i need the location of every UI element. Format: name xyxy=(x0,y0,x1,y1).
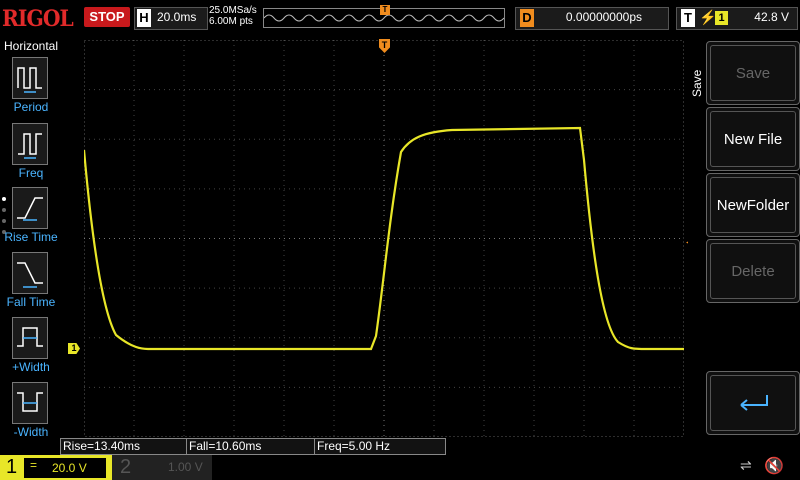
ch1-offset-marker[interactable]: 1 xyxy=(68,343,80,354)
rise-time-icon xyxy=(12,187,48,229)
acquisition-info: 25.0MSa/s 6.00M pts xyxy=(209,5,257,27)
measure-freq[interactable]: Freq xyxy=(0,123,62,185)
save-menu: Save Save New File NewFolder Delete xyxy=(688,37,800,455)
timebase-box[interactable]: H 20.0ms xyxy=(134,7,208,30)
rigol-logo: RIGOL xyxy=(2,6,74,32)
run-stop-button[interactable]: STOP xyxy=(84,7,130,27)
delete-button[interactable]: Delete xyxy=(706,239,800,303)
delay-box[interactable]: D 0.00000000ps xyxy=(515,7,669,30)
measure-period[interactable]: Period xyxy=(0,57,62,119)
dc-coupling-icon: = xyxy=(30,458,38,472)
channel-bar: 1 = 20.0 V 2 1.00 V ⇌ 🔇 xyxy=(0,455,800,480)
fall-time-icon xyxy=(12,252,48,294)
horizontal-label: H xyxy=(137,9,151,27)
grid-lines xyxy=(84,40,684,437)
measure-positive-width[interactable]: +Width xyxy=(0,317,62,379)
trigger-box[interactable]: T ⚡ 1 42.8 V xyxy=(676,7,798,30)
delay-value: 0.00000000ps xyxy=(565,10,642,24)
return-arrow-icon xyxy=(740,395,768,411)
measure-fall-time[interactable]: Fall Time xyxy=(0,252,62,314)
menu-title: Horizontal xyxy=(3,39,59,53)
channel-2-tab[interactable]: 2 1.00 V xyxy=(112,455,212,480)
ch1-scale: 20.0 V xyxy=(52,461,87,475)
ch2-scale: 1.00 V xyxy=(168,460,203,474)
usb-icon: ⇌ xyxy=(740,457,752,473)
negative-width-icon xyxy=(12,382,48,424)
rising-edge-icon: ⚡ xyxy=(699,9,717,25)
return-button[interactable] xyxy=(706,371,800,435)
new-folder-button[interactable]: NewFolder xyxy=(706,173,800,237)
trigger-source: 1 xyxy=(715,11,728,25)
top-status-bar: RIGOL STOP H 20.0ms 25.0MSa/s 6.00M pts … xyxy=(0,0,800,37)
delay-label: D xyxy=(520,9,534,27)
speaker-muted-icon[interactable]: 🔇 xyxy=(764,456,784,476)
menu-title: Save xyxy=(690,69,704,97)
trigger-label: T xyxy=(681,9,695,27)
freq-icon xyxy=(12,123,48,165)
measure-rise-time[interactable]: Rise Time xyxy=(0,187,62,249)
memory-depth: 6.00M pts xyxy=(209,16,253,27)
trigger-position-marker: T xyxy=(380,5,390,15)
trigger-level: 42.8 V xyxy=(754,10,789,24)
rise-measurement: Rise=13.40ms xyxy=(60,438,188,455)
new-file-button[interactable]: New File xyxy=(706,107,800,171)
timebase-value: 20.0ms xyxy=(157,10,197,24)
fall-measurement: Fall=10.60ms xyxy=(186,438,316,455)
channel-1-tab[interactable]: 1 = 20.0 V xyxy=(0,455,112,480)
measure-negative-width[interactable]: -Width xyxy=(0,382,62,444)
save-button[interactable]: Save xyxy=(706,41,800,105)
measure-menu: Horizontal Period Freq Rise Time Fall Ti… xyxy=(0,37,62,455)
positive-width-icon xyxy=(12,317,48,359)
freq-measurement: Freq=5.00 Hz xyxy=(314,438,446,455)
sample-rate: 25.0MSa/s xyxy=(209,5,257,16)
period-icon xyxy=(12,57,48,99)
waveform-display[interactable] xyxy=(84,40,684,437)
